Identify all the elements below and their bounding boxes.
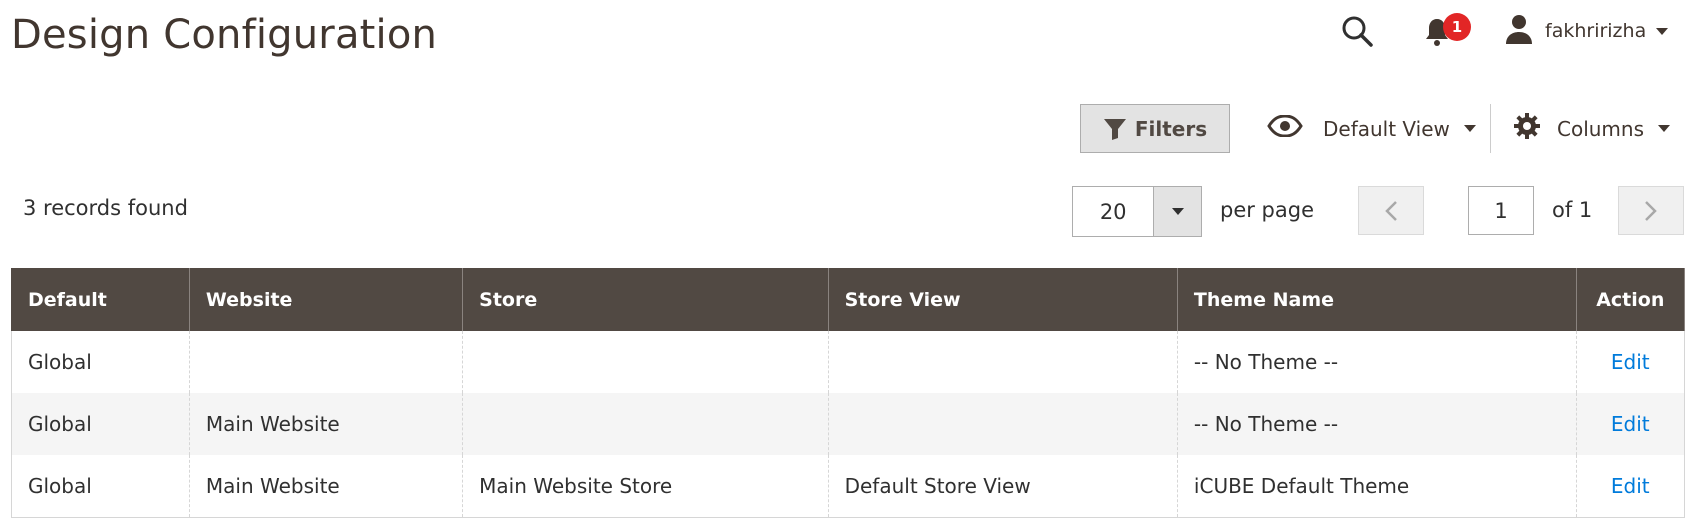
per-page-toggle[interactable]	[1153, 187, 1201, 236]
toolbar-divider	[1490, 104, 1491, 153]
records-count: 3 records found	[23, 196, 188, 220]
previous-page-button[interactable]	[1358, 186, 1424, 235]
column-header-default[interactable]: Default	[11, 268, 190, 331]
per-page-select[interactable]: 20	[1072, 186, 1202, 237]
filter-icon	[1103, 118, 1126, 140]
cell-store-view: Default Store View	[827, 455, 1178, 518]
cell-default: Global	[11, 455, 190, 518]
cell-store	[462, 331, 829, 393]
cell-theme-name: iCUBE Default Theme	[1176, 455, 1577, 518]
per-page-value: 20	[1099, 199, 1127, 224]
view-label: Default View	[1323, 116, 1450, 141]
cell-default: Global	[11, 331, 190, 393]
user-icon	[1505, 14, 1533, 48]
columns-label: Columns	[1557, 116, 1645, 141]
filters-button[interactable]: Filters	[1080, 104, 1230, 153]
notification-badge: 1	[1443, 13, 1471, 41]
cell-store-view	[827, 331, 1178, 393]
total-pages: of 1	[1552, 198, 1593, 222]
table-row[interactable]: Global -- No Theme -- Edit	[11, 331, 1686, 393]
user-menu[interactable]: fakhririzha	[1505, 14, 1669, 48]
page-title: Design Configuration	[11, 12, 438, 58]
cell-theme-name: -- No Theme --	[1176, 331, 1577, 393]
cell-website	[188, 331, 464, 393]
per-page-label: per page	[1220, 198, 1315, 222]
cell-store: Main Website Store	[462, 455, 829, 518]
cell-store-view	[827, 393, 1178, 455]
user-name: fakhririzha	[1545, 20, 1647, 42]
design-config-table: Default Website Store Store View Theme N…	[11, 268, 1686, 518]
column-header-action: Action	[1575, 268, 1686, 331]
cell-website: Main Website	[188, 455, 464, 518]
table-row[interactable]: Global Main Website Main Website Store D…	[11, 455, 1686, 518]
page-number-input[interactable]	[1468, 186, 1534, 235]
cell-store	[462, 393, 829, 455]
cell-default: Global	[11, 393, 190, 455]
cell-theme-name: -- No Theme --	[1176, 393, 1577, 455]
table-row[interactable]: Global Main Website -- No Theme -- Edit	[11, 393, 1686, 455]
column-header-theme-name[interactable]: Theme Name	[1176, 268, 1577, 331]
table-header-row: Default Website Store Store View Theme N…	[11, 268, 1686, 331]
gear-icon	[1513, 112, 1541, 145]
chevron-right-icon	[1645, 200, 1657, 221]
column-header-store[interactable]: Store	[462, 268, 829, 331]
column-header-website[interactable]: Website	[188, 268, 464, 331]
chevron-down-icon	[1171, 208, 1184, 215]
chevron-down-icon	[1658, 125, 1671, 132]
edit-link[interactable]: Edit	[1611, 474, 1650, 498]
next-page-button[interactable]	[1618, 186, 1684, 235]
cell-website: Main Website	[188, 393, 464, 455]
view-selector[interactable]: Default View	[1267, 104, 1476, 153]
columns-selector[interactable]: Columns	[1513, 104, 1671, 153]
edit-link[interactable]: Edit	[1611, 412, 1650, 436]
search-icon[interactable]	[1340, 14, 1374, 48]
chevron-down-icon	[1656, 27, 1669, 35]
eye-icon	[1267, 114, 1303, 142]
edit-link[interactable]: Edit	[1611, 350, 1650, 374]
column-header-store-view[interactable]: Store View	[827, 268, 1178, 331]
chevron-down-icon	[1463, 125, 1476, 132]
filters-label: Filters	[1134, 116, 1208, 141]
chevron-left-icon	[1385, 200, 1397, 221]
